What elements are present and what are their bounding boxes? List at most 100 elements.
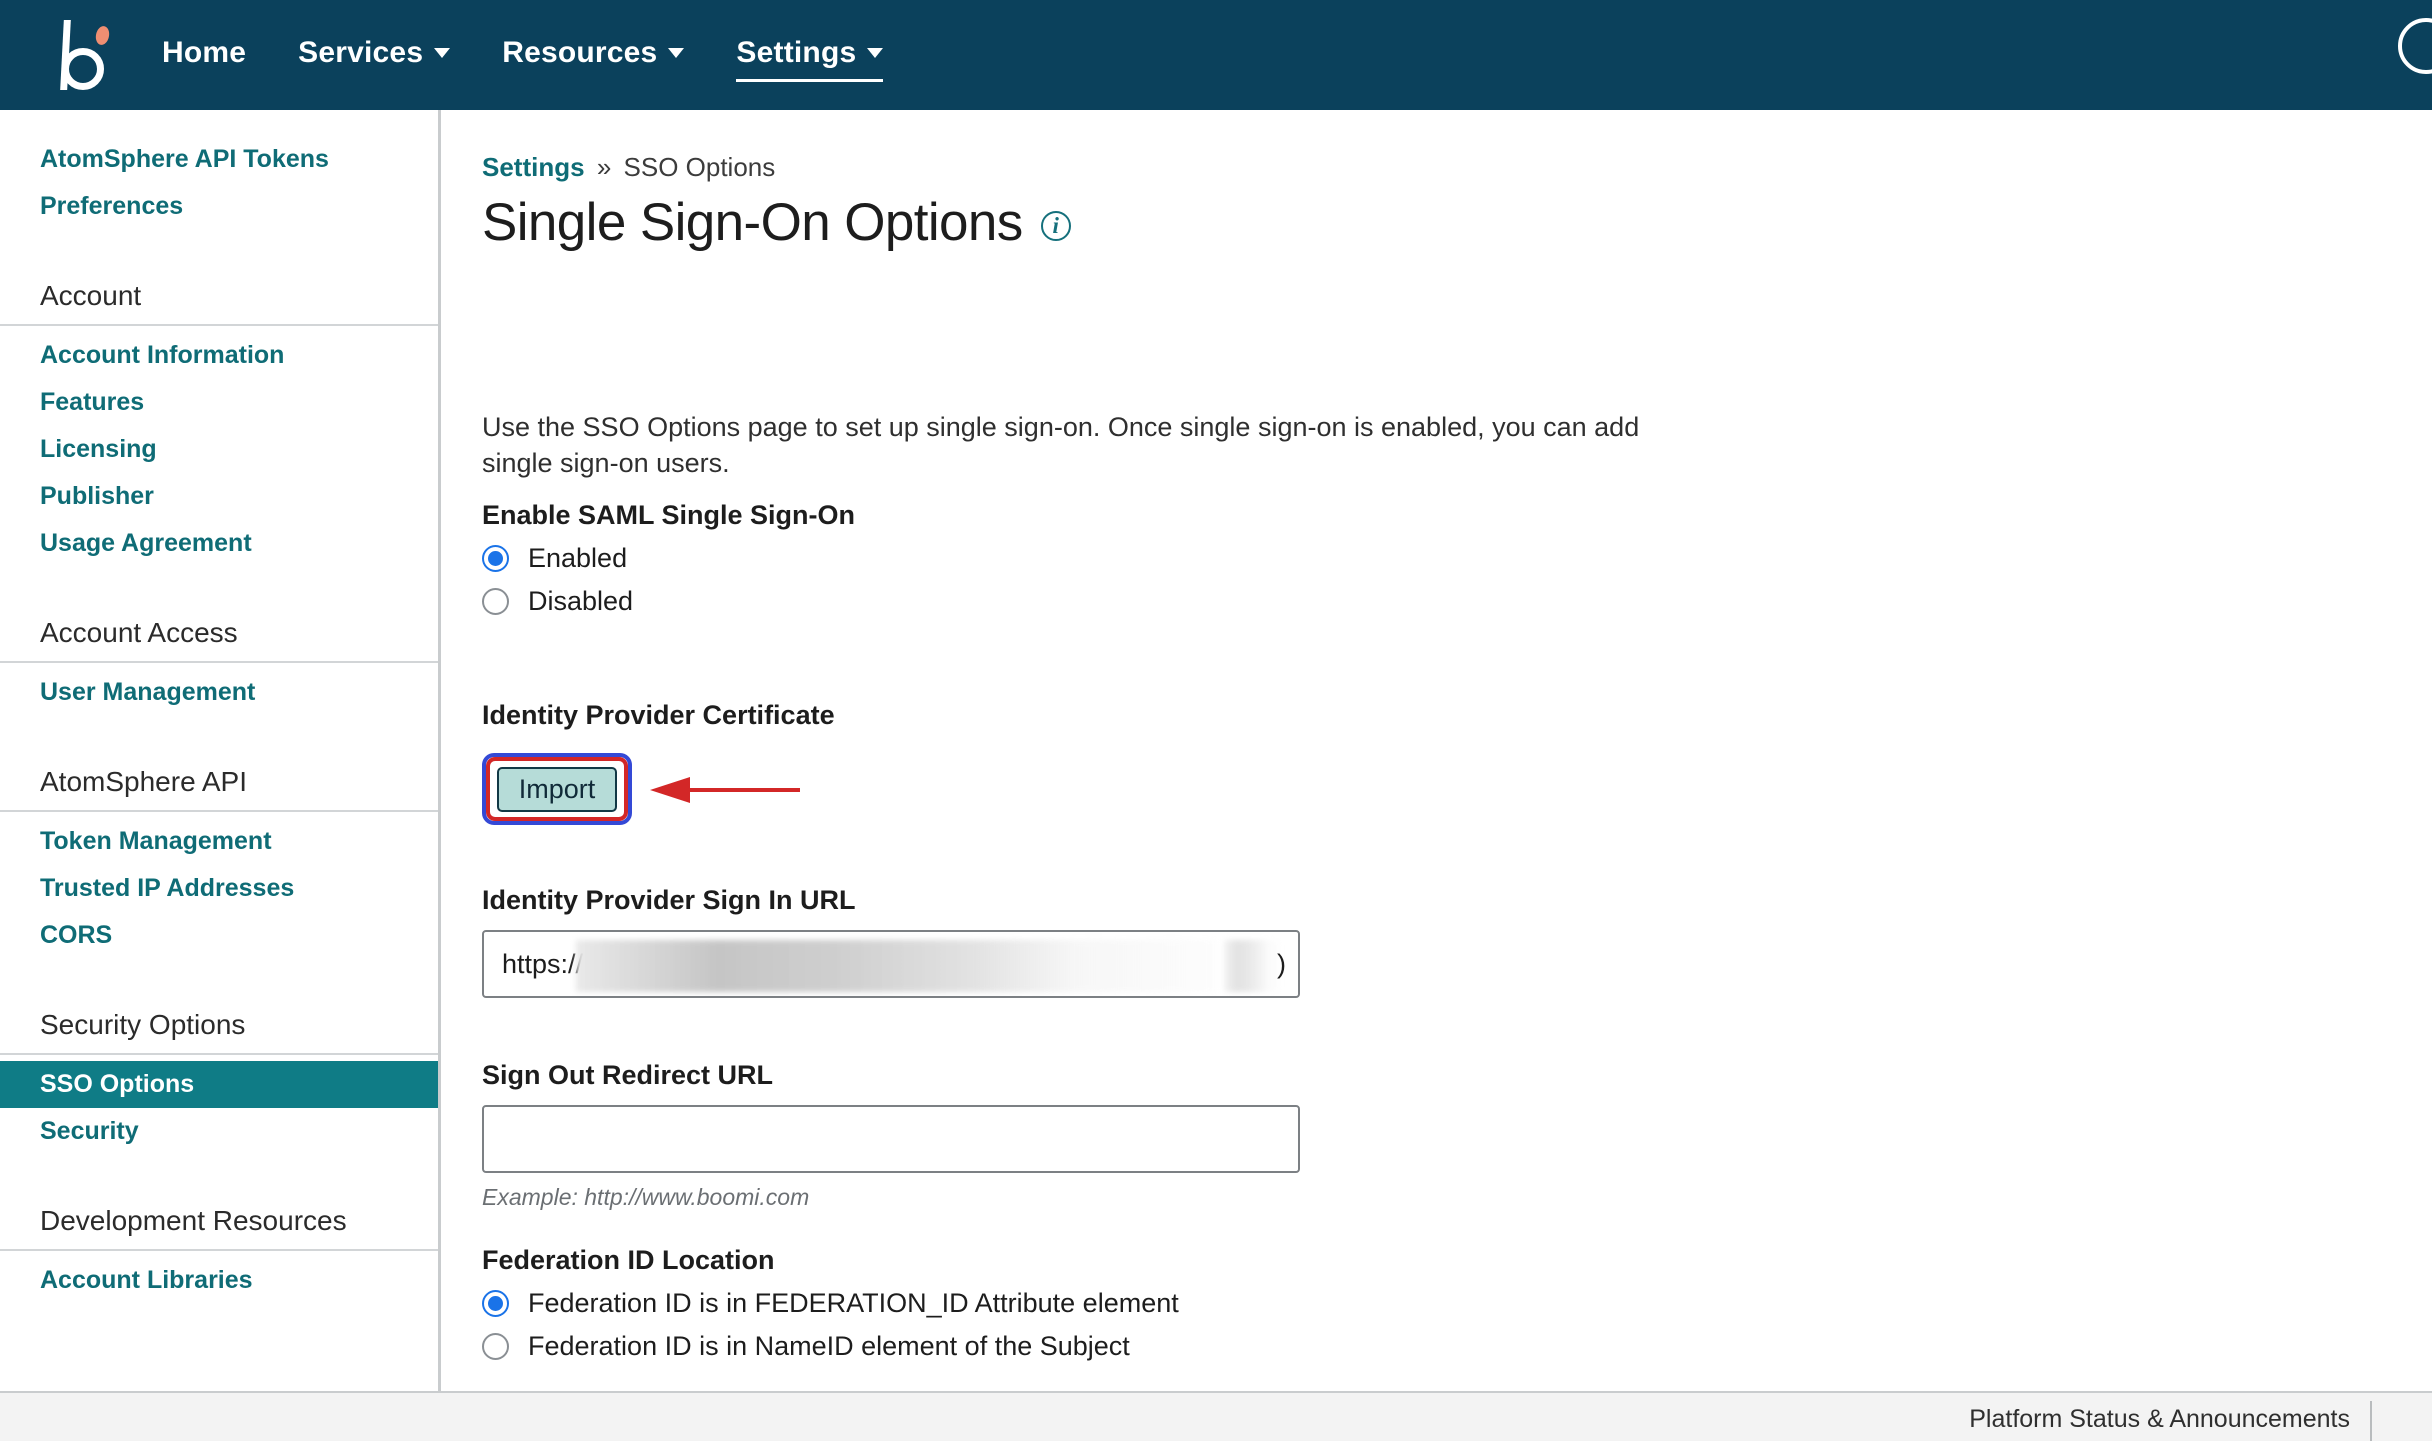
radio-federation-attribute-label: Federation ID is in FEDERATION_ID Attrib… xyxy=(528,1288,1179,1318)
sidebar-item-token-management[interactable]: Token Management xyxy=(0,818,438,865)
sidebar-item-preferences[interactable]: Preferences xyxy=(0,183,438,230)
radio-option-enabled[interactable]: Enabled xyxy=(482,543,855,574)
sidebar-top-spacer xyxy=(0,110,438,136)
sidebar-item-label: AtomSphere API Tokens xyxy=(40,145,329,173)
radio-enabled-input[interactable] xyxy=(482,545,509,572)
sidebar-heading-label: Security Options xyxy=(40,1009,246,1040)
redacted-url-value xyxy=(576,940,1216,992)
sign-out-redirect-url-label: Sign Out Redirect URL xyxy=(482,1060,774,1090)
breadcrumb-separator: » xyxy=(596,152,612,182)
sidebar-item-label: Token Management xyxy=(40,827,272,855)
logo-bowl xyxy=(62,48,104,90)
import-button[interactable]: Import xyxy=(497,767,617,812)
help-circle-icon[interactable] xyxy=(2398,18,2432,74)
page-title: Single Sign-On Options xyxy=(482,193,1023,252)
import-button-label: Import xyxy=(518,774,596,804)
sidebar-item-cors[interactable]: CORS xyxy=(0,912,438,959)
sidebar-heading-development-resources: Development Resources xyxy=(0,1195,438,1251)
sign-out-redirect-url-input[interactable] xyxy=(482,1105,1300,1173)
sidebar-item-account-information[interactable]: Account Information xyxy=(0,332,438,379)
radio-option-federation-nameid[interactable]: Federation ID is in NameID element of th… xyxy=(482,1331,1179,1362)
sidebar-item-atomsphere-api-tokens[interactable]: AtomSphere API Tokens xyxy=(0,136,438,183)
sidebar-item-publisher[interactable]: Publisher xyxy=(0,473,438,520)
sidebar-item-label: Licensing xyxy=(40,435,157,463)
url-value-prefix: https:// xyxy=(502,948,584,979)
identity-provider-certificate-label: Identity Provider Certificate xyxy=(482,700,835,730)
red-pointer-arrow xyxy=(650,777,800,803)
enable-saml-label: Enable SAML Single Sign-On xyxy=(482,500,856,530)
footer-bar: Platform Status & Announcements xyxy=(0,1391,2432,1441)
nav-item-home[interactable]: Home xyxy=(162,36,246,74)
breadcrumb-current: SSO Options xyxy=(623,152,776,182)
sidebar-item-label: SSO Options xyxy=(40,1070,195,1098)
sidebar-heading-label: AtomSphere API xyxy=(40,766,248,797)
sign-out-redirect-url-hint: Example: http://www.boomi.com xyxy=(482,1184,810,1210)
sidebar-item-features[interactable]: Features xyxy=(0,379,438,426)
sidebar-item-label: Trusted IP Addresses xyxy=(40,874,295,902)
federation-id-location-label: Federation ID Location xyxy=(482,1245,775,1275)
identity-provider-sign-in-url-section: Identity Provider Sign In URL https:// ) xyxy=(482,885,1300,998)
sidebar-item-sso-options[interactable]: SSO Options xyxy=(0,1061,438,1108)
page-description: Use the SSO Options page to set up singl… xyxy=(482,412,1640,478)
sidebar-item-label: Usage Agreement xyxy=(40,529,252,557)
sidebar-item-trusted-ip-addresses[interactable]: Trusted IP Addresses xyxy=(0,865,438,912)
page-title-row: Single Sign-On Options i xyxy=(482,192,1071,253)
redacted-url-value-tail xyxy=(1224,940,1280,992)
radio-option-federation-attribute[interactable]: Federation ID is in FEDERATION_ID Attrib… xyxy=(482,1288,1179,1319)
sidebar-item-label: Preferences xyxy=(40,192,184,220)
sidebar-item-licensing[interactable]: Licensing xyxy=(0,426,438,473)
top-navigation-bar: Home Services Resources Settings xyxy=(0,0,2432,110)
identity-provider-sign-in-url-label: Identity Provider Sign In URL xyxy=(482,885,856,915)
nav-item-home-label: Home xyxy=(162,36,247,69)
import-button-highlight-group: Import xyxy=(482,753,800,825)
boomi-b-logo[interactable] xyxy=(56,18,118,92)
sidebar-item-label: Account Libraries xyxy=(40,1266,253,1294)
nav-item-services[interactable]: Services xyxy=(298,36,451,74)
radio-disabled-input[interactable] xyxy=(482,588,509,615)
sidebar-heading-label: Account xyxy=(40,280,142,311)
sidebar-item-label: Account Information xyxy=(40,341,285,369)
chevron-down-icon xyxy=(434,48,451,58)
breadcrumb-link-settings[interactable]: Settings xyxy=(482,152,585,182)
nav-item-settings[interactable]: Settings xyxy=(736,36,884,82)
nav-item-settings-label: Settings xyxy=(736,36,857,69)
sidebar-item-label: Features xyxy=(40,388,145,416)
footer-divider xyxy=(2370,1401,2372,1441)
sidebar-heading-label: Account Access xyxy=(40,617,238,648)
sidebar-heading-security-options: Security Options xyxy=(0,999,438,1055)
sidebar-item-security[interactable]: Security xyxy=(0,1108,438,1155)
nav-item-resources-label: Resources xyxy=(502,36,658,69)
radio-disabled-label: Disabled xyxy=(528,586,634,616)
identity-provider-sign-in-url-input[interactable]: https:// ) xyxy=(482,930,1300,998)
sidebar-item-account-libraries[interactable]: Account Libraries xyxy=(0,1257,438,1304)
url-value-suffix: ) xyxy=(1277,948,1286,979)
info-icon[interactable]: i xyxy=(1040,210,1071,241)
sidebar-heading-atomsphere-api: AtomSphere API xyxy=(0,756,438,812)
chevron-down-icon xyxy=(668,48,685,58)
breadcrumb: Settings » SSO Options xyxy=(482,152,775,183)
radio-option-disabled[interactable]: Disabled xyxy=(482,586,855,617)
sign-out-redirect-url-section: Sign Out Redirect URL Example: http://ww… xyxy=(482,1060,1300,1211)
radio-enabled-label: Enabled xyxy=(528,543,628,573)
nav-item-resources[interactable]: Resources xyxy=(502,36,685,74)
sidebar-item-label: User Management xyxy=(40,678,256,706)
platform-status-link[interactable]: Platform Status & Announcements xyxy=(1969,1405,2350,1434)
sidebar-item-usage-agreement[interactable]: Usage Agreement xyxy=(0,520,438,567)
sidebar-heading-label: Development Resources xyxy=(40,1205,347,1236)
sidebar-heading-account: Account xyxy=(0,270,438,326)
sidebar-item-label: CORS xyxy=(40,921,113,949)
radio-federation-attribute-input[interactable] xyxy=(482,1290,509,1317)
radio-federation-nameid-input[interactable] xyxy=(482,1333,509,1360)
sidebar-item-label: Security xyxy=(40,1117,139,1145)
radio-federation-nameid-label: Federation ID is in NameID element of th… xyxy=(528,1331,1130,1361)
identity-provider-certificate-section: Identity Provider Certificate Import xyxy=(482,700,835,825)
enable-saml-section: Enable SAML Single Sign-On Enabled Disab… xyxy=(482,500,855,617)
sidebar-item-user-management[interactable]: User Management xyxy=(0,669,438,716)
nav-item-services-label: Services xyxy=(298,36,424,69)
sidebar-item-label: Publisher xyxy=(40,482,154,510)
